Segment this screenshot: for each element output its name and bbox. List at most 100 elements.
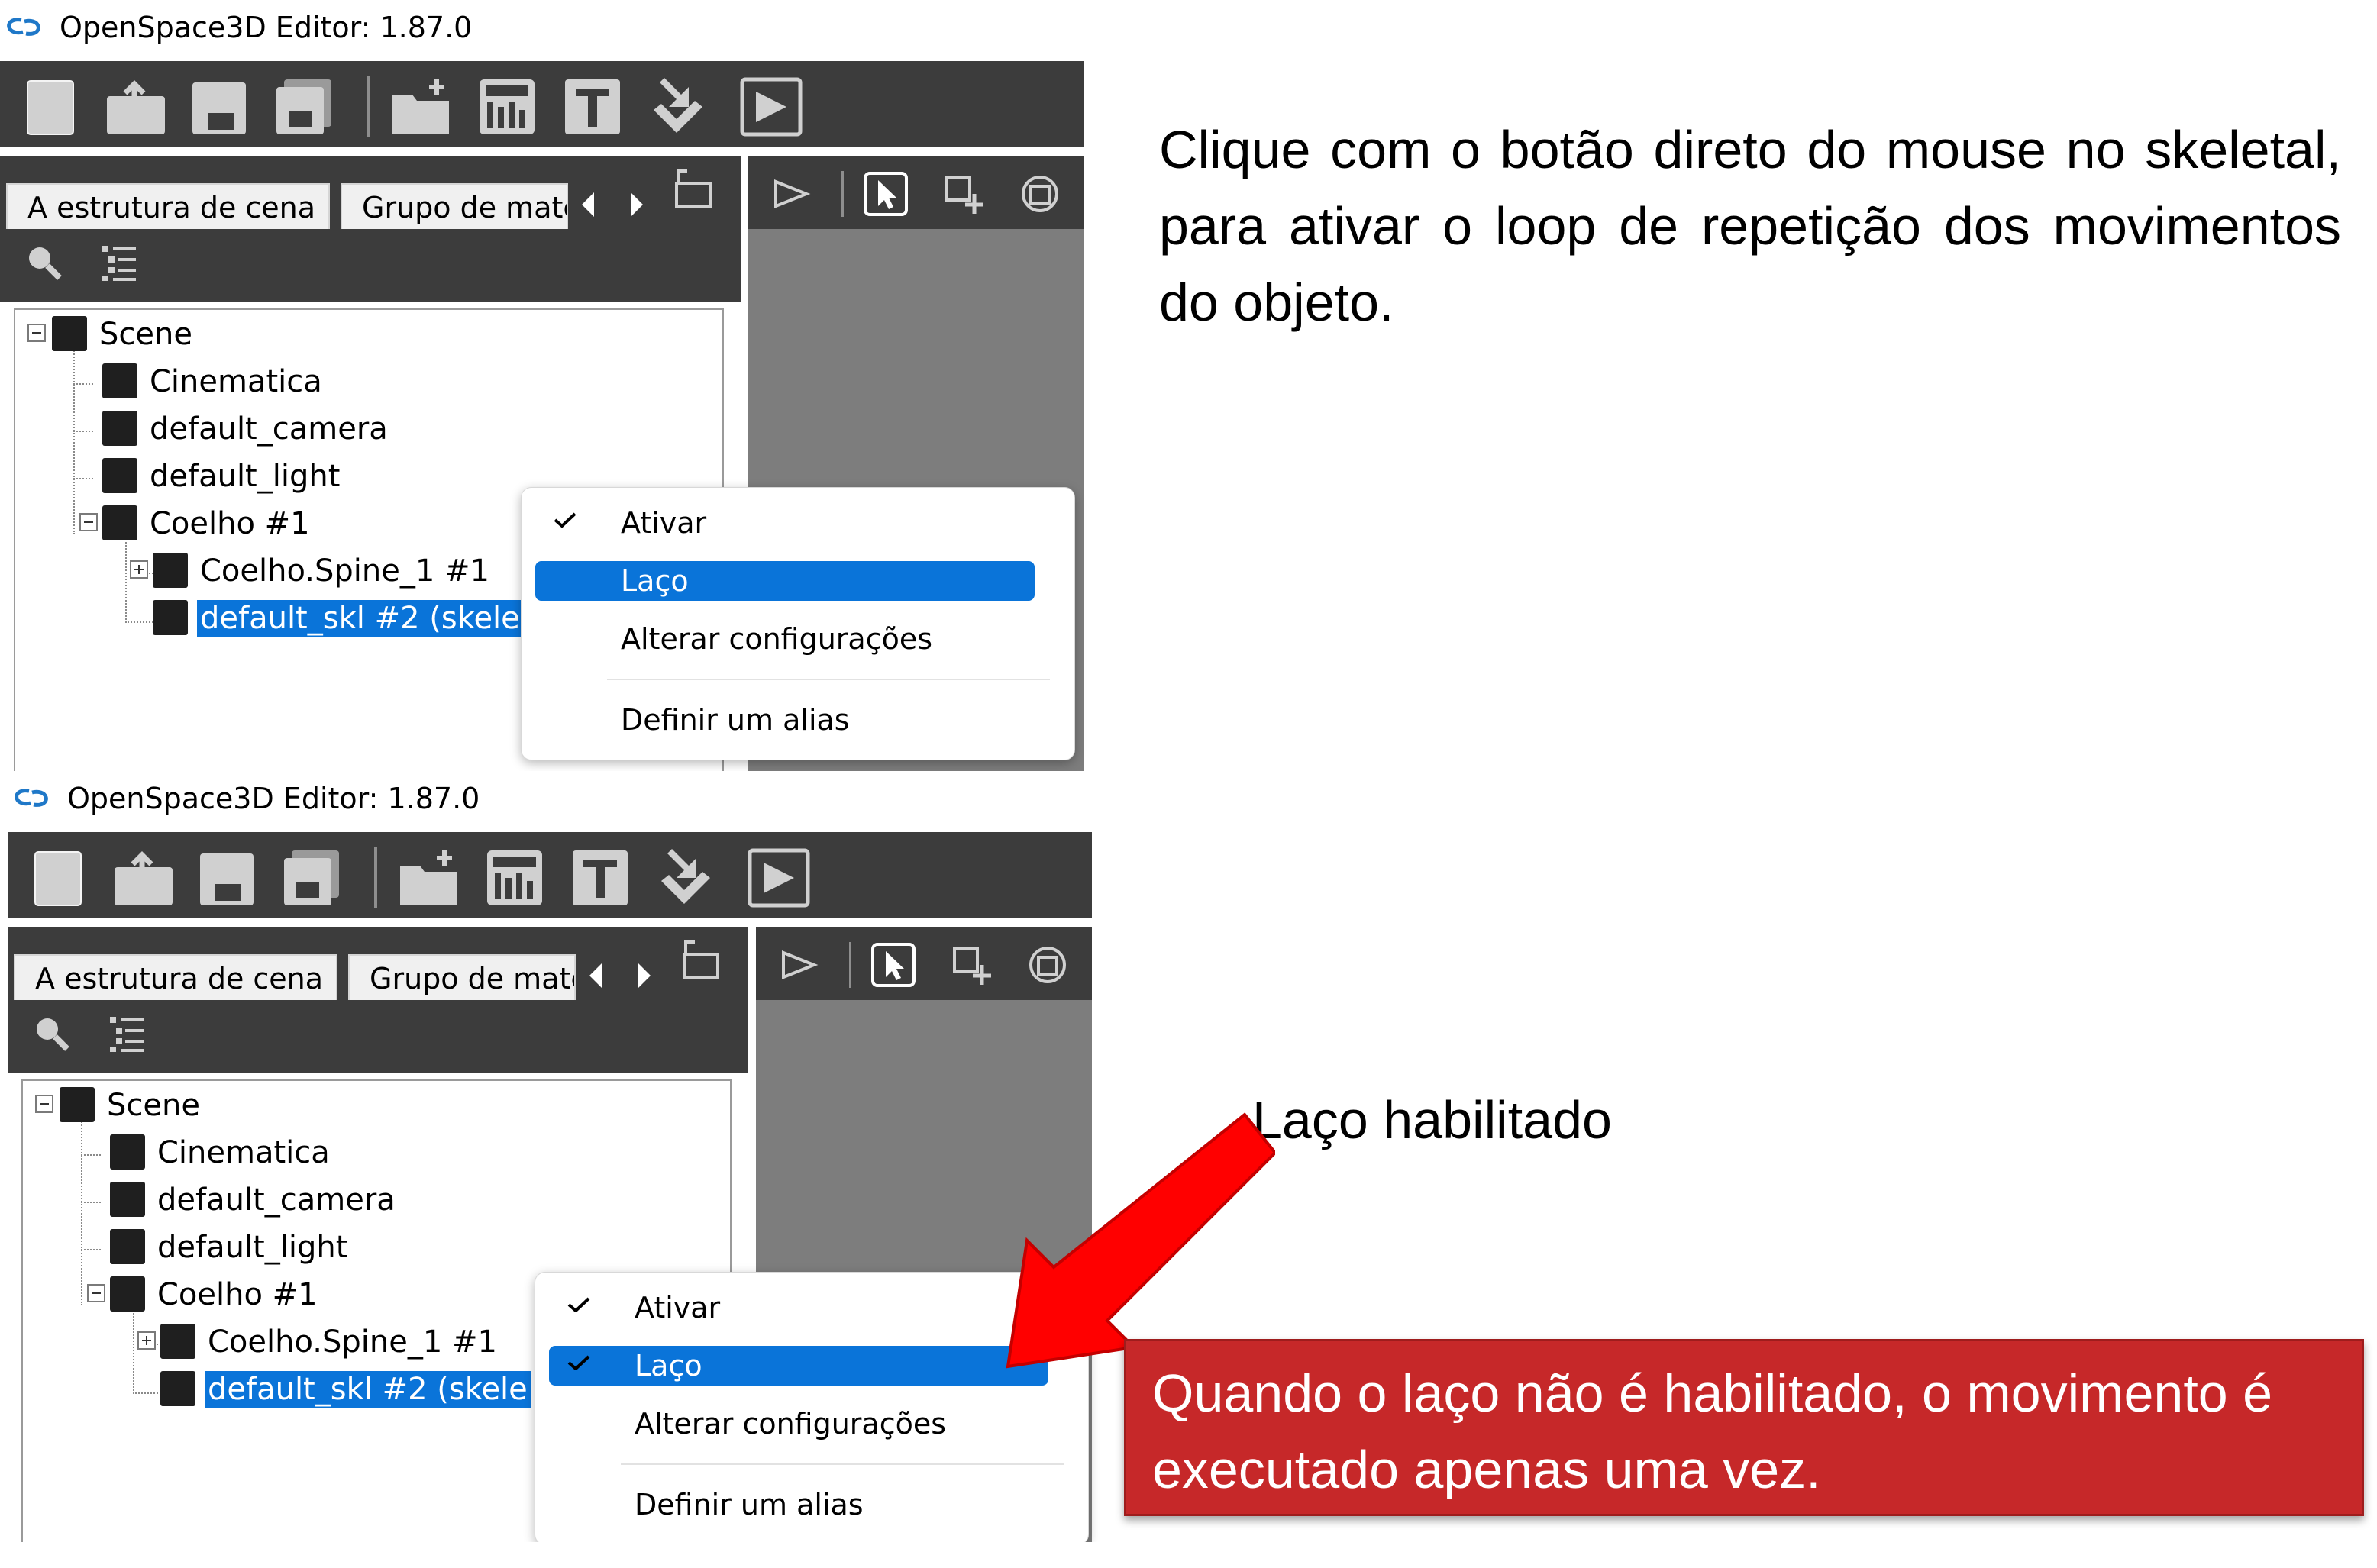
save-as-icon[interactable] (279, 847, 344, 908)
calculator-icon[interactable] (475, 76, 539, 137)
bone-icon (153, 553, 188, 588)
save-icon[interactable] (195, 847, 260, 908)
tree-node-cinematica[interactable]: Cinematica (23, 360, 405, 405)
checkmark-icon (554, 512, 576, 528)
toolbar-separator (367, 76, 370, 137)
mesh-object-icon (110, 1276, 145, 1312)
tab-material-group[interactable]: Grupo de mate (348, 954, 576, 1000)
viewport-play-icon[interactable] (768, 171, 814, 217)
select-cursor-icon[interactable] (870, 942, 916, 988)
tree-node-light[interactable]: default_light (23, 455, 405, 499)
text-tool-icon[interactable] (568, 847, 632, 908)
panel-detach-icon[interactable] (680, 937, 722, 980)
tree-node-label: Coelho #1 (157, 1277, 318, 1312)
calculator-icon[interactable] (483, 847, 547, 908)
mesh-object-icon (102, 505, 137, 540)
toolbar-separator (374, 847, 377, 908)
tab-scroll-left-icon[interactable] (585, 960, 606, 991)
tree-node-skeleton[interactable]: default_skl #2 (skele (23, 597, 523, 641)
tab-scene-structure[interactable]: A estrutura de cena (6, 183, 330, 229)
move-tool-icon[interactable] (941, 171, 987, 217)
search-icon[interactable] (23, 241, 66, 284)
light-bulb-icon (110, 1229, 145, 1264)
light-bulb-icon (102, 458, 137, 493)
viewport-toolbar (748, 156, 1084, 229)
tree-node-coelho[interactable]: Coelho #1 (23, 502, 405, 547)
tree-node-label: Scene (99, 317, 192, 352)
open-file-icon[interactable] (111, 847, 176, 908)
tab-scroll-right-icon[interactable] (634, 960, 655, 991)
menu-item-definir-alias[interactable]: Definir um alias (535, 700, 1035, 740)
viewport-play-icon[interactable] (776, 942, 822, 988)
expand-toggle[interactable] (137, 1331, 156, 1350)
menu-item-definir-alias[interactable]: Definir um alias (549, 1485, 1048, 1524)
tree-node-spine[interactable]: Coelho.Spine_1 #1 (31, 1321, 497, 1365)
tree-node-camera[interactable]: default_camera (31, 1179, 412, 1223)
main-toolbar (8, 832, 1092, 918)
tree-node-label: Coelho.Spine_1 #1 (208, 1324, 497, 1360)
play-icon[interactable] (739, 76, 803, 137)
context-menu: Ativar Laço Alterar configurações Defini… (521, 487, 1075, 760)
menu-item-ativar[interactable]: Ativar (535, 503, 1035, 543)
tree-node-scene[interactable]: Scene (31, 1084, 336, 1128)
tab-scroll-left-icon[interactable] (577, 189, 599, 220)
menu-item-ativar[interactable]: Ativar (549, 1288, 1048, 1328)
scene-panel-header: A estrutura de cena Grupo de mate (8, 927, 748, 1073)
tree-node-scene[interactable]: Scene (23, 313, 328, 357)
cinematic-icon (110, 1134, 145, 1170)
tree-node-light[interactable]: default_light (31, 1226, 412, 1270)
move-tool-icon[interactable] (948, 942, 994, 988)
menu-separator (607, 679, 1050, 680)
new-file-icon[interactable] (23, 76, 87, 137)
skeleton-animation-icon (160, 1371, 195, 1406)
rotate-tool-icon[interactable] (1025, 942, 1071, 988)
tab-scene-structure[interactable]: A estrutura de cena (14, 954, 337, 1000)
text-tool-icon[interactable] (560, 76, 625, 137)
rotate-tool-icon[interactable] (1017, 171, 1063, 217)
menu-item-laco[interactable]: Laço (549, 1346, 1048, 1386)
tree-node-label: Coelho.Spine_1 #1 (200, 553, 489, 589)
search-icon[interactable] (31, 1012, 73, 1055)
tree-node-cinematica[interactable]: Cinematica (31, 1131, 412, 1176)
tree-node-skeleton[interactable]: default_skl #2 (skele (31, 1368, 531, 1412)
list-view-icon[interactable] (105, 1012, 148, 1055)
tree-node-label: default_camera (150, 411, 388, 447)
tab-scroll-right-icon[interactable] (626, 189, 648, 220)
select-cursor-icon[interactable] (863, 171, 909, 217)
play-icon[interactable] (747, 847, 811, 908)
tree-node-spine[interactable]: Coelho.Spine_1 #1 (23, 550, 489, 594)
collapse-toggle[interactable] (79, 513, 98, 531)
tab-material-group[interactable]: Grupo de mate (341, 183, 568, 229)
panel-detach-icon[interactable] (672, 166, 715, 209)
collapse-toggle[interactable] (27, 324, 46, 342)
title-bar: OpenSpace3D Editor: 1.87.0 (8, 771, 1107, 832)
new-file-icon[interactable] (31, 847, 95, 908)
viewport-separator (841, 171, 844, 217)
collapse-toggle[interactable] (87, 1284, 105, 1302)
viewport-toolbar (756, 927, 1092, 1000)
add-folder-icon[interactable] (397, 847, 461, 908)
tree-node-coelho[interactable]: Coelho #1 (31, 1273, 412, 1318)
scene-icon (60, 1087, 95, 1122)
scene-icon (52, 316, 87, 351)
menu-item-alterar-configuracoes[interactable]: Alterar configurações (549, 1404, 1048, 1444)
expand-toggle[interactable] (130, 560, 148, 579)
list-view-icon[interactable] (98, 241, 140, 284)
menu-item-laco[interactable]: Laço (535, 561, 1035, 601)
add-folder-icon[interactable] (389, 76, 454, 137)
tree-node-label: Cinematica (150, 364, 322, 399)
menu-item-alterar-configuracoes[interactable]: Alterar configurações (535, 619, 1035, 659)
import-icon[interactable] (654, 847, 718, 908)
warning-note: Quando o laço não é habilitado, o movime… (1124, 1339, 2364, 1516)
collapse-toggle[interactable] (35, 1095, 53, 1113)
save-as-icon[interactable] (272, 76, 336, 137)
viewport-separator (849, 942, 851, 988)
tree-node-label: Cinematica (157, 1135, 330, 1170)
open-file-icon[interactable] (104, 76, 168, 137)
camera-icon (102, 411, 137, 446)
save-icon[interactable] (188, 76, 252, 137)
tree-node-label: Coelho #1 (150, 506, 310, 541)
tree-node-label: default_camera (157, 1182, 396, 1218)
import-icon[interactable] (646, 76, 710, 137)
tree-node-camera[interactable]: default_camera (23, 408, 405, 452)
